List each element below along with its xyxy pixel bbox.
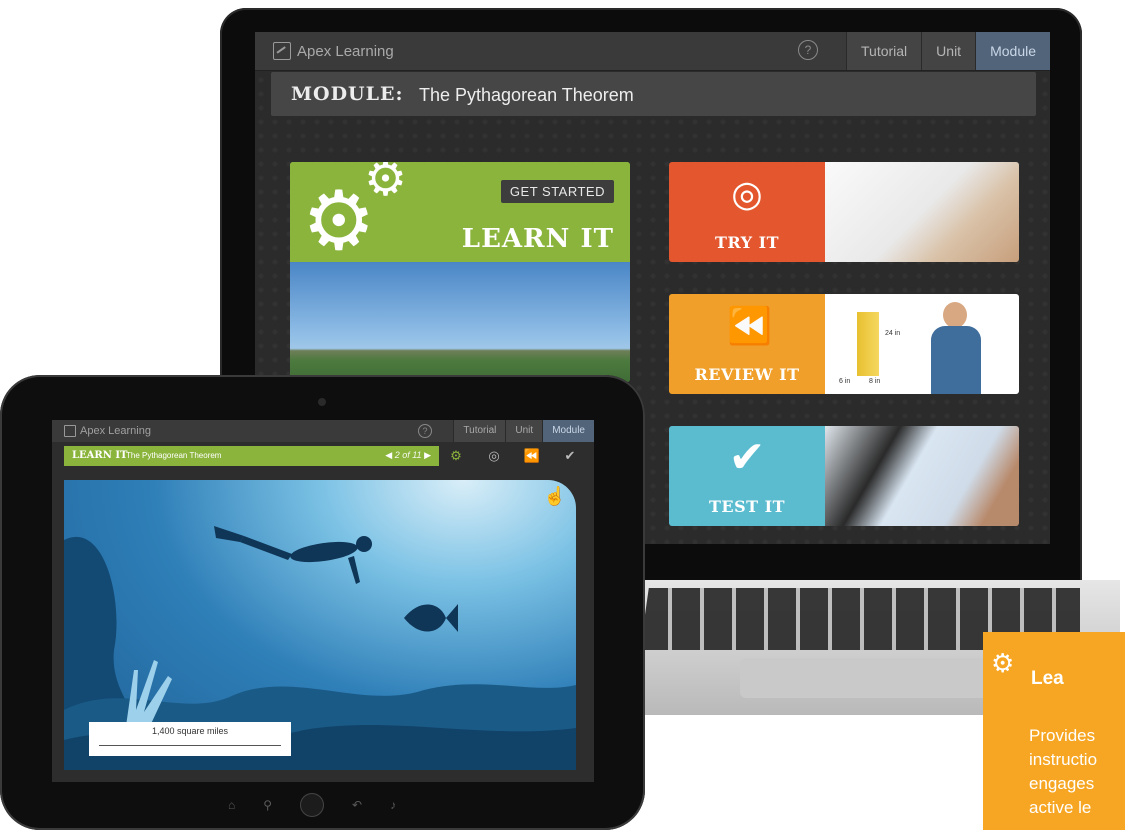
lesson-bar: LEARN IT The Pythagorean Theorem ◀ 2 of … [64,446,439,466]
try-it-card[interactable]: ◎ TRY IT [669,162,1019,262]
module-label: MODULE: [291,83,404,105]
try-target-icon[interactable]: ◎ [485,446,503,466]
prev-page-icon[interactable]: ◀ [385,450,392,460]
test-it-label: TEST IT [708,497,786,516]
lesson-type-label: LEARN IT [72,450,128,461]
info-body: Provides instructio engages active le [1029,724,1125,820]
review-it-card[interactable]: ⏪ REVIEW IT 24 in 6 in 8 in [669,294,1019,394]
info-line-3: engages [1029,774,1095,793]
info-line-4: active le [1029,798,1092,817]
tablet-tab-tutorial[interactable]: Tutorial [453,420,506,442]
apex-logo-icon [273,42,291,60]
instructor-head [943,302,967,328]
test-it-card[interactable]: ✔ TEST IT [669,426,1019,526]
home-icon[interactable]: ⌂ [228,798,235,812]
module-title: The Pythagorean Theorem [419,85,634,105]
volume-icon[interactable]: ♪ [390,798,396,812]
tablet-tab-unit[interactable]: Unit [505,420,543,442]
hand-cursor-icon[interactable]: ☝ [544,486,566,507]
fish-silhouette [404,604,458,632]
learn-it-title: LEARN IT [461,224,614,254]
diver-silhouette [214,526,372,584]
info-title: Lea [1031,668,1064,689]
learn-it-header: ⚙ ⚙ GET STARTED LEARN IT [290,162,630,267]
learn-gear-icon[interactable]: ⚙ [447,446,465,466]
underwater-scene: ☝ 1,400 square miles [64,480,576,770]
tab-group: Tutorial Unit Module [846,32,1050,70]
tablet-brand-name: Apex Learning [80,425,151,437]
scale-label: 1,400 square miles [151,726,229,736]
instructor-photo: 24 in 6 in 8 in [825,294,1019,394]
tablet-photo [825,426,1019,526]
pager: ◀ 2 of 11 ▶ [385,450,431,461]
rewind-icon: ⏪ [727,305,772,346]
info-line-2: instructio [1029,750,1098,769]
review-it-label: REVIEW IT [694,365,800,384]
tablet-tab-group: Tutorial Unit Module [453,420,594,442]
tab-unit[interactable]: Unit [921,32,976,70]
get-started-button[interactable]: GET STARTED [500,180,614,203]
help-icon[interactable]: ? [798,40,818,60]
search-icon[interactable]: ⚲ [263,798,272,812]
tablet-camera [318,398,326,406]
prism-shape [857,312,879,376]
try-it-tile: ◎ TRY IT [669,162,825,262]
prism-width-label: 6 in [839,378,851,385]
tablet-screen: Apex Learning ? Tutorial Unit Module LEA… [52,420,594,782]
mode-icons: ⚙ ◎ ⏪ ✔ [447,446,579,466]
learn-it-card[interactable]: ⚙ ⚙ GET STARTED LEARN IT [290,162,630,382]
info-line-1: Provides [1029,726,1096,745]
scale-bar [99,745,281,746]
tablet-brand-logo: Apex Learning [64,425,151,437]
tablet-tab-module[interactable]: Module [542,420,594,442]
review-it-tile: ⏪ REVIEW IT [669,294,825,394]
gear-small-icon: ⚙ [364,162,408,206]
brand-logo: Apex Learning [273,42,394,60]
brand-name: Apex Learning [297,42,394,60]
tablet-top-nav: Apex Learning ? Tutorial Unit Module [52,420,594,442]
module-header: MODULE: The Pythagorean Theorem [271,72,1036,116]
prism-height-label: 24 in [885,330,901,337]
stadium-photo [290,262,630,382]
lesson-title: The Pythagorean Theorem [126,451,222,460]
test-check-icon[interactable]: ✔ [561,446,579,466]
page-indicator: 2 of 11 [394,450,422,460]
map-scale: 1,400 square miles [89,722,291,756]
next-page-icon[interactable]: ▶ [424,450,431,460]
gear-icon: ⚙ [302,176,376,267]
test-it-tile: ✔ TEST IT [669,426,825,526]
mouse-photo [825,162,1019,262]
target-icon: ◎ [731,173,763,214]
tab-module[interactable]: Module [975,32,1050,70]
tablet-nav-buttons: ⌂ ⚲ ↶ ♪ [228,793,396,817]
laptop-trackpad [740,658,990,698]
review-rewind-icon[interactable]: ⏪ [523,446,541,466]
back-icon[interactable]: ↶ [352,798,362,812]
info-panel: ⚙ Lea Provides instructio engages active… [983,632,1125,830]
gear-icon: ⚙ [991,648,1015,678]
try-it-label: TRY IT [714,233,780,252]
home-button[interactable] [300,793,325,817]
tablet-help-icon[interactable]: ? [418,424,432,438]
checkmark-icon: ✔ [728,433,766,482]
prism-depth-label: 8 in [869,378,881,385]
tab-tutorial[interactable]: Tutorial [846,32,922,70]
instructor-body [931,326,981,394]
top-nav-bar: Apex Learning ? Tutorial Unit Module [255,32,1050,71]
apex-logo-icon [64,425,76,437]
